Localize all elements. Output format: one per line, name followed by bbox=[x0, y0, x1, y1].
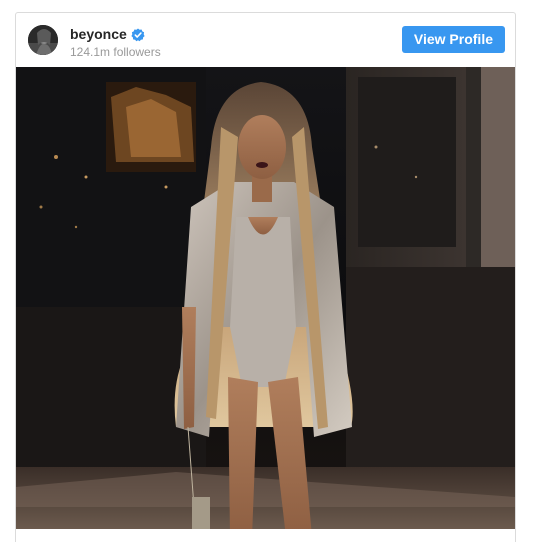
user-block: beyonce 124.1m followers bbox=[70, 26, 161, 60]
avatar-image bbox=[28, 25, 58, 55]
instagram-embed-card: beyonce 124.1m followers View Profile bbox=[15, 12, 516, 542]
username[interactable]: beyonce bbox=[70, 26, 127, 43]
post-photo[interactable] bbox=[16, 67, 515, 529]
photo-image bbox=[16, 67, 515, 529]
username-row: beyonce bbox=[70, 26, 161, 43]
verified-badge-icon bbox=[131, 28, 145, 42]
page: beyonce 124.1m followers View Profile bbox=[0, 0, 554, 542]
embed-header: beyonce 124.1m followers View Profile bbox=[16, 13, 515, 67]
profile-avatar[interactable] bbox=[28, 25, 58, 55]
view-profile-button[interactable]: View Profile bbox=[401, 26, 505, 53]
follower-count: 124.1m followers bbox=[70, 45, 161, 59]
